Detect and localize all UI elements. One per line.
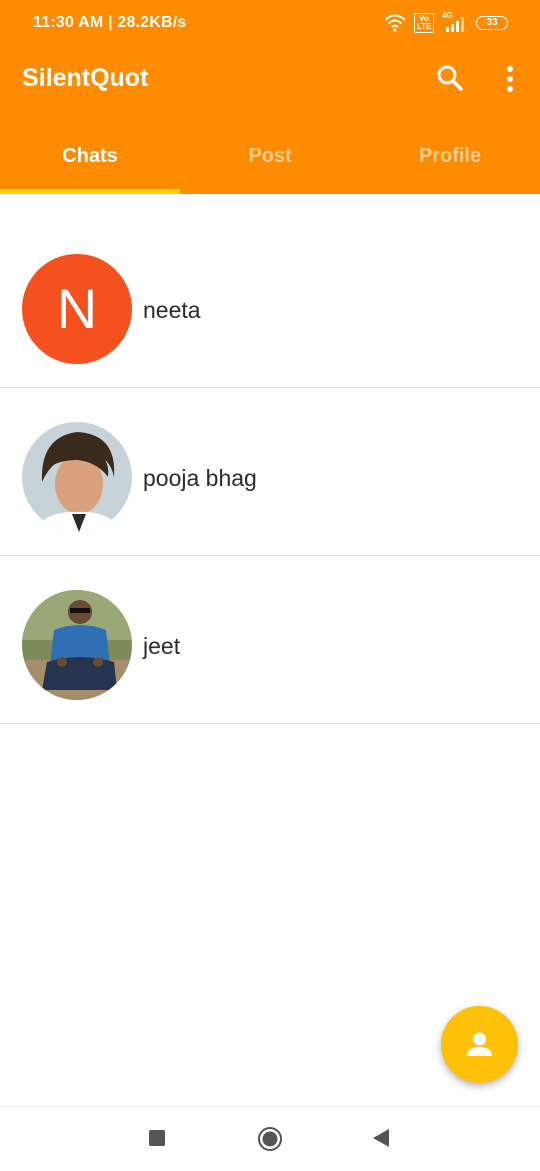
chat-list-item[interactable]: jeet [0,556,540,724]
app-title: SilentQuot [22,64,149,92]
status-time-speed: 11:30 AM | 28.2KB/s [33,14,187,31]
chat-name: neeta [143,297,201,323]
app-bar: 11:30 AM | 28.2KB/s Vo LTE 4G 33 SilentQ… [0,0,540,194]
chat-name: jeet [143,633,181,659]
tab-chats[interactable]: Chats [0,130,180,188]
person-icon [467,1032,492,1056]
circle-icon[interactable] [257,1126,283,1152]
chat-list: N neeta pooja bhag jeet [0,220,540,724]
volte-badge: Vo LTE [414,13,434,33]
battery-icon: 33 [476,16,508,30]
chat-list-item[interactable]: pooja bhag [0,388,540,556]
avatar [22,422,132,532]
triangle-back-icon[interactable] [372,1128,390,1148]
system-nav-bar [0,1106,540,1171]
search-icon[interactable] [436,64,464,92]
avatar [22,590,132,700]
avatar: N [22,254,132,364]
tab-indicator [0,189,180,194]
wifi-icon [384,14,406,32]
square-icon[interactable] [148,1129,166,1147]
signal-icon [446,17,464,32]
tab-post[interactable]: Post [180,130,360,188]
tab-profile[interactable]: Profile [360,130,540,188]
status-bar: 11:30 AM | 28.2KB/s Vo LTE 4G 33 [0,0,540,48]
chat-list-item[interactable]: N neeta [0,220,540,388]
status-icons: Vo LTE 4G 33 [384,11,508,34]
new-chat-fab[interactable] [441,1006,518,1083]
tab-bar: Chats Post Profile [0,130,540,188]
chat-name: pooja bhag [143,465,257,491]
signal-indicator: 4G [442,11,468,33]
more-vert-icon[interactable] [496,64,524,94]
